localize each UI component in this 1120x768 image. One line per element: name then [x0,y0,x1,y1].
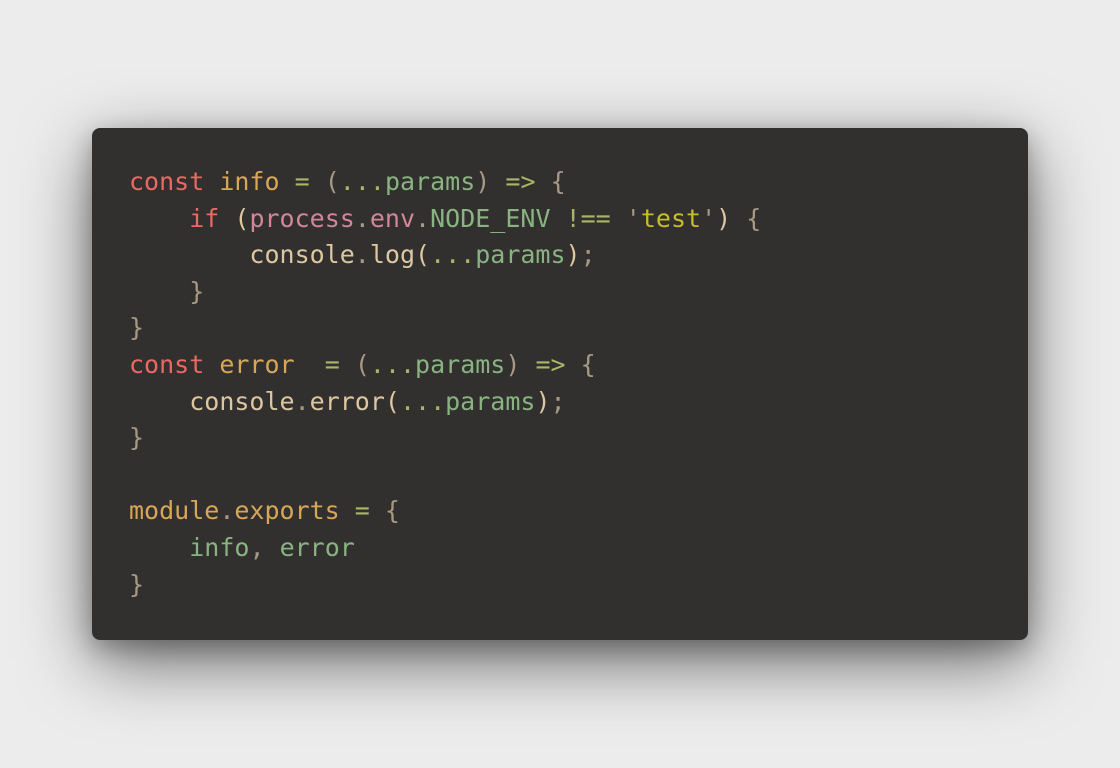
code-token-punctuation: { [384,496,400,526]
code-token-variable: NODE_ENV [430,203,551,233]
code-token-punctuation: ' [701,203,717,233]
code-token-operator: ... [369,349,416,379]
code-token-punctuation: { [746,203,762,233]
code-token-punctuation: . [219,496,235,526]
code-snippet-window: const info = (...params) => { if (proces… [92,128,1028,640]
code-token-string: test [640,203,702,233]
code-token-punctuation: . [354,203,370,233]
code-token-punctuation: . [415,203,431,233]
code-token-operator: = [354,496,370,526]
code-token-operator: = [294,167,310,196]
code-token-operator: ... [430,240,476,270]
code-token-builtin: env [369,203,416,233]
code-token-keyword: const [129,167,205,196]
code-line: console.error(...params); [129,384,761,421]
code-line: } [129,274,761,311]
code-block: const info = (...params) => { if (proces… [129,164,761,603]
code-token-builtin: process [249,203,355,233]
code-token-punctuation: ; [580,240,596,270]
code-token-operator: ... [339,167,385,196]
code-token-punctuation: . [294,386,310,416]
code-token-variable: params [384,167,476,196]
code-token-punctuation: , [249,532,265,562]
code-token-identifier: error [219,349,295,379]
code-token-identifier: info [219,167,280,196]
code-token-punctuation: { [580,349,596,379]
code-token-punctuation: ( [354,349,370,379]
code-token-operator: => [535,349,566,379]
code-token-punctuation: . [354,240,370,270]
code-token-identifier: module [129,496,220,526]
code-token-punctuation: ( [324,167,340,196]
code-token-plain: ) [716,203,732,233]
code-token-keyword: if [189,203,220,233]
code-token-variable: params [445,386,536,416]
code-token-punctuation: ) [505,349,521,379]
code-token-punctuation: } [129,569,145,599]
code-token-punctuation: { [550,167,566,196]
code-token-punctuation: ; [550,386,566,416]
code-token-variable: params [475,240,566,270]
code-token-keyword: const [129,349,205,379]
code-line: } [129,310,761,347]
code-token-punctuation: } [129,313,145,343]
code-token-plain: ( [415,240,431,270]
code-token-variable: info [189,532,250,562]
code-token-plain: ( [384,386,400,416]
code-token-plain: console [249,240,355,270]
code-line: const error = (...params) => { [129,347,761,384]
code-line: } [129,420,761,457]
code-line: info, error [129,530,761,567]
code-token-plain: log [369,240,415,270]
code-token-operator: ... [399,386,446,416]
code-token-plain: ( [234,203,250,233]
code-line: if (process.env.NODE_ENV !== 'test') { [129,201,761,238]
code-token-variable: params [415,349,506,379]
code-token-punctuation: ' [625,203,641,233]
code-token-operator: => [505,167,536,196]
code-token-plain: ) [535,386,551,416]
code-token-plain: ) [565,240,581,270]
code-token-identifier: exports [234,496,340,526]
code-token-punctuation: ) [475,167,491,196]
code-line: console.log(...params); [129,237,761,274]
code-token-plain: console [189,386,295,416]
code-token-punctuation: } [189,276,205,306]
code-line: const info = (...params) => { [129,164,761,201]
code-line: module.exports = { [129,493,761,530]
code-token-operator: !== [565,203,611,233]
code-token-punctuation: } [129,423,145,453]
code-token-operator: = [324,349,340,379]
code-line: } [129,567,761,604]
code-token-plain: error [309,386,385,416]
code-token-variable: error [279,532,355,562]
